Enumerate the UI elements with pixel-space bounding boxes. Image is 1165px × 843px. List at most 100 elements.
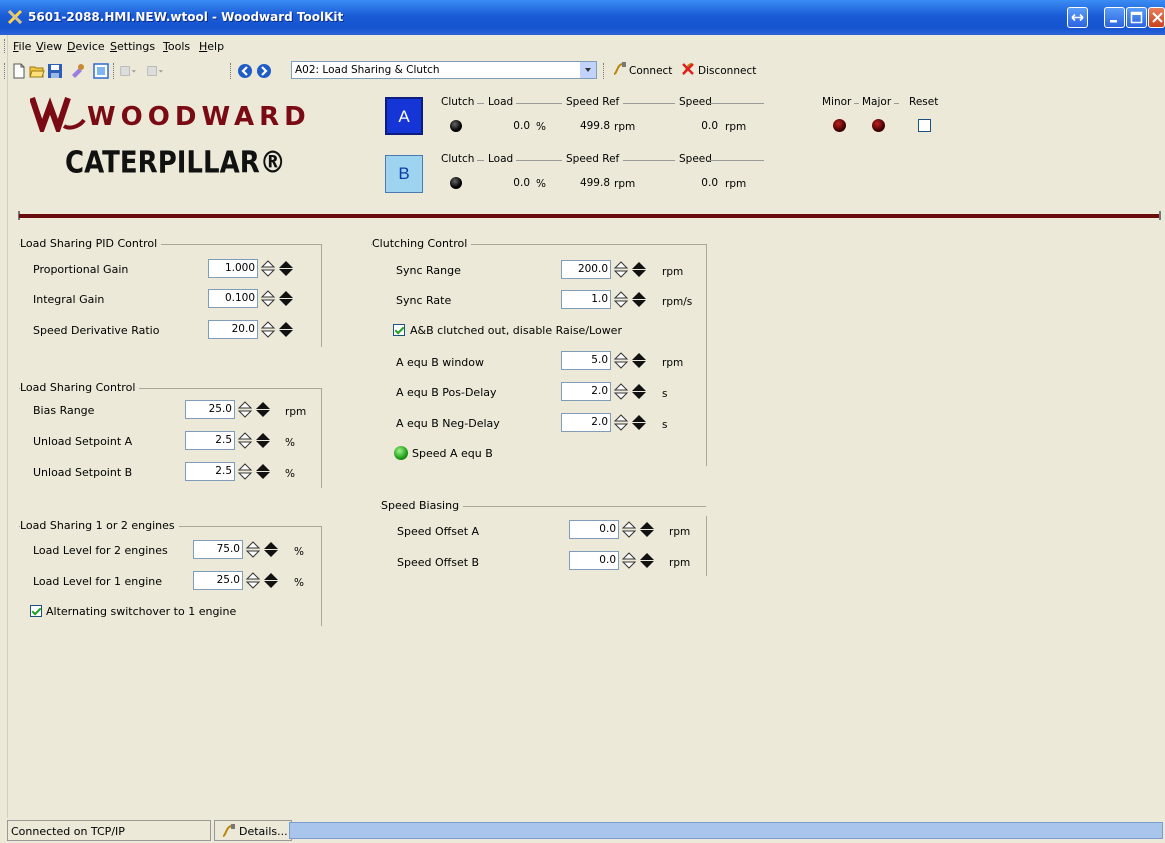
disconnect-label: Disconnect	[698, 65, 757, 77]
menu-grip[interactable]	[4, 39, 8, 53]
spin-arrows-icon[interactable]	[263, 572, 279, 589]
clutched-out-checkbox[interactable]	[393, 324, 405, 336]
step-arrows-icon[interactable]	[613, 414, 629, 431]
restore-layout-button[interactable]	[1067, 7, 1088, 28]
major-alarm-label: Major	[862, 96, 892, 108]
new-file-icon[interactable]	[11, 63, 27, 79]
step-arrows-icon[interactable]	[613, 383, 629, 400]
sdr-label: Speed Derivative Ratio	[33, 324, 160, 337]
int-gain-label: Integral Gain	[33, 293, 105, 306]
header-line	[708, 160, 764, 161]
window-input[interactable]: 5.0	[561, 351, 611, 370]
nav-back-icon[interactable]	[237, 63, 253, 79]
spin-arrows-icon[interactable]	[255, 463, 271, 480]
pos-delay-input[interactable]: 2.0	[561, 382, 611, 401]
lvl2-input[interactable]: 75.0	[193, 540, 243, 559]
disconnect-button[interactable]: Disconnect	[680, 61, 756, 79]
step-arrows-icon[interactable]	[260, 290, 276, 307]
toolbar-grip-3[interactable]	[230, 63, 234, 79]
spin-arrows-icon[interactable]	[639, 552, 655, 569]
spin-arrows-icon[interactable]	[263, 541, 279, 558]
spin-arrows-icon[interactable]	[255, 401, 271, 418]
step-arrows-icon[interactable]	[260, 260, 276, 277]
properties-icon[interactable]	[93, 63, 109, 79]
spin-arrows-icon[interactable]	[278, 321, 294, 338]
bias-range-input[interactable]: 25.0	[185, 400, 235, 419]
toolbar-grip[interactable]	[4, 63, 8, 79]
details-label: Details...	[239, 825, 288, 838]
sync-range-input[interactable]: 200.0	[561, 260, 611, 279]
step-arrows-icon[interactable]	[260, 321, 276, 338]
lvl1-input[interactable]: 25.0	[193, 571, 243, 590]
unload-a-input[interactable]: 2.5	[185, 431, 235, 450]
step-arrows-icon[interactable]	[621, 552, 637, 569]
menu-device[interactable]: Device	[67, 40, 105, 53]
forward-history-icon[interactable]	[147, 63, 163, 79]
menu-settings[interactable]: Settings	[110, 40, 155, 53]
minimize-icon	[1110, 20, 1117, 23]
spin-arrows-icon[interactable]	[631, 261, 647, 278]
neg-delay-input[interactable]: 2.0	[561, 413, 611, 432]
sdr-input[interactable]: 20.0	[208, 320, 258, 339]
engine-a-button[interactable]: A	[385, 97, 423, 135]
save-icon[interactable]	[47, 63, 63, 79]
step-arrows-icon[interactable]	[613, 291, 629, 308]
spin-arrows-icon[interactable]	[631, 291, 647, 308]
app-window: 5601-2088.HMI.NEW.wtool - Woodward ToolK…	[0, 0, 1165, 818]
engine-b-button[interactable]: B	[385, 155, 423, 193]
offset-a-input[interactable]: 0.0	[569, 520, 619, 539]
engine-b-speed-header: Speed	[679, 153, 712, 165]
device-tool-icon[interactable]	[70, 63, 86, 79]
maximize-button[interactable]	[1126, 7, 1147, 28]
status-progress-panel	[289, 822, 1163, 839]
spin-arrows-icon[interactable]	[631, 414, 647, 431]
menu-help[interactable]: Help	[199, 40, 224, 53]
back-history-icon[interactable]	[120, 63, 136, 79]
prop-gain-input[interactable]: 1.000	[208, 259, 258, 278]
prop-gain-label: Proportional Gain	[33, 263, 129, 276]
header-line	[623, 103, 675, 104]
spin-arrows-icon[interactable]	[278, 290, 294, 307]
nav-forward-icon[interactable]	[256, 63, 272, 79]
sync-rate-input[interactable]: 1.0	[561, 290, 611, 309]
open-folder-icon[interactable]	[29, 63, 45, 79]
sync-rate-label: Sync Rate	[396, 294, 452, 307]
step-arrows-icon[interactable]	[237, 463, 253, 480]
toolbar-grip-4[interactable]	[603, 63, 607, 79]
step-arrows-icon[interactable]	[613, 352, 629, 369]
reset-checkbox[interactable]	[918, 119, 931, 132]
toolbar-grip-2[interactable]	[113, 63, 117, 79]
close-button[interactable]	[1148, 7, 1165, 28]
spin-arrows-icon[interactable]	[639, 521, 655, 538]
page-select[interactable]: A02: Load Sharing & Clutch	[291, 61, 597, 79]
step-arrows-icon[interactable]	[245, 572, 261, 589]
header-line	[708, 103, 764, 104]
page-select-dropdown[interactable]	[580, 62, 596, 78]
engine-a-clutch-led	[450, 120, 462, 132]
step-arrows-icon[interactable]	[245, 541, 261, 558]
offset-b-input[interactable]: 0.0	[569, 551, 619, 570]
step-arrows-icon[interactable]	[237, 432, 253, 449]
lvl2-unit: %	[294, 546, 304, 558]
engine-b-clutch-header: Clutch	[441, 153, 475, 165]
spin-arrows-icon[interactable]	[278, 260, 294, 277]
menu-file[interactable]: File	[13, 40, 31, 53]
header-line	[477, 160, 484, 161]
int-gain-input[interactable]: 0.100	[208, 289, 258, 308]
spin-arrows-icon[interactable]	[631, 383, 647, 400]
step-arrows-icon[interactable]	[237, 401, 253, 418]
reset-label: Reset	[909, 96, 939, 108]
unload-b-input[interactable]: 2.5	[185, 462, 235, 481]
step-arrows-icon[interactable]	[621, 521, 637, 538]
step-arrows-icon[interactable]	[613, 261, 629, 278]
details-button[interactable]: Details...	[214, 820, 292, 841]
minimize-button[interactable]	[1104, 7, 1125, 28]
pos-delay-label: A equ B Pos-Delay	[396, 386, 497, 399]
connect-button[interactable]: Connect	[611, 61, 672, 79]
spin-arrows-icon[interactable]	[255, 432, 271, 449]
menu-tools[interactable]: Tools	[163, 40, 190, 53]
alternating-checkbox[interactable]	[30, 605, 42, 617]
spin-arrows-icon[interactable]	[631, 352, 647, 369]
engine-a-speed-header: Speed	[679, 96, 712, 108]
menu-view[interactable]: View	[36, 40, 62, 53]
